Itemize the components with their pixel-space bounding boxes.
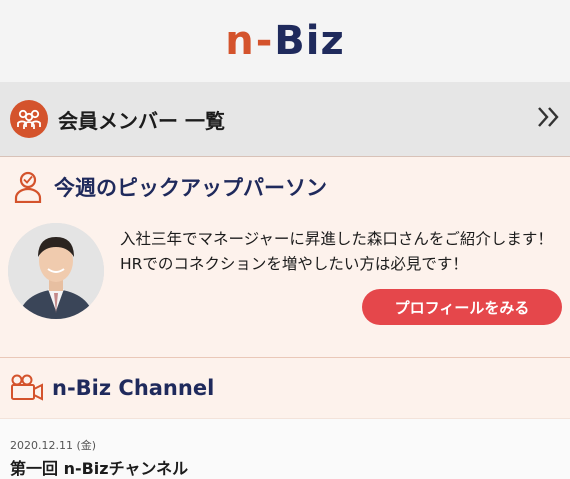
pickup-description: 入社三年でマネージャーに昇進した森口さんをご紹介します！HRでのコネクションを増… <box>120 230 553 273</box>
app-header: n - Biz <box>0 0 570 82</box>
n-biz-logo[interactable]: n - Biz <box>225 18 345 64</box>
channel-header: n-Biz Channel <box>0 358 570 419</box>
news-date: 2020.12.11 (金) <box>10 439 97 452</box>
double-chevron-right-icon[interactable] <box>536 104 562 136</box>
news-title[interactable]: 第一回 n-Bizチャンネル <box>10 455 188 479</box>
channel-title: n-Biz Channel <box>52 376 215 400</box>
pickup-title: 今週のピックアップパーソン <box>54 176 327 200</box>
view-profile-button[interactable]: プロフィールをみる <box>362 289 562 325</box>
camera-icon <box>11 374 43 401</box>
pickup-header: 今週のピックアップパーソン <box>0 157 570 217</box>
person-icon <box>14 171 42 203</box>
logo-dash: - <box>255 18 274 64</box>
logo-n: n <box>225 18 255 64</box>
avatar[interactable] <box>8 223 104 319</box>
news-item[interactable]: 2020.12.11 (金) 第一回 n-Bizチャンネル <box>0 419 570 479</box>
members-list-link[interactable]: 会員メンバー 一覧 <box>0 82 570 157</box>
members-title: 会員メンバー 一覧 <box>58 108 225 133</box>
people-group-icon <box>10 100 48 138</box>
logo-biz: Biz <box>274 18 345 64</box>
pickup-person-section: 今週のピックアップパーソン 入社三年でマネージャーに昇進した森口さんをご紹介しま… <box>0 157 570 358</box>
